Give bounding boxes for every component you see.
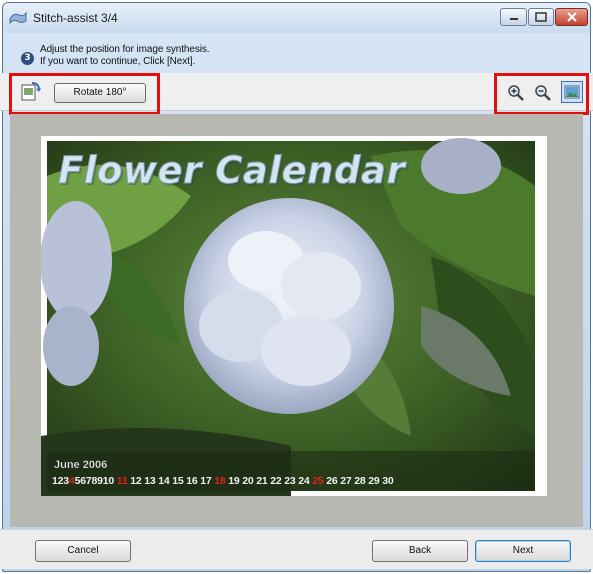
info-step-icon: 3 (21, 52, 34, 65)
calendar-day: 19 (228, 475, 240, 487)
minimize-icon (509, 18, 518, 20)
window-title: Stitch-assist 3/4 (33, 11, 118, 25)
back-button[interactable]: Back (372, 540, 468, 562)
title-bar[interactable]: Stitch-assist 3/4 (3, 3, 590, 33)
maximize-button[interactable] (528, 8, 554, 26)
instruction-text-2: If you want to continue, Click [Next]. (40, 56, 196, 67)
cancel-button[interactable]: Cancel (35, 540, 131, 562)
calendar-day: 15 (172, 475, 184, 487)
close-button[interactable] (555, 8, 588, 26)
instruction-text-1: Adjust the position for image synthesis. (40, 44, 210, 55)
minimize-button[interactable] (500, 8, 527, 26)
close-icon (566, 12, 577, 22)
calendar-day: 21 (256, 475, 268, 487)
rotate-highlight-frame (9, 73, 160, 115)
zoom-highlight-frame (494, 73, 589, 115)
calendar-day: 23 (284, 475, 296, 487)
calendar-day: 25 (312, 475, 324, 487)
calendar-day: 13 (144, 475, 156, 487)
calendar-day: 10 (102, 475, 115, 487)
calendar-day: 17 (200, 475, 212, 487)
calendar-day: 24 (298, 475, 310, 487)
calendar-day: 26 (326, 475, 338, 487)
maximize-icon (535, 12, 547, 22)
calendar-day: 27 (340, 475, 352, 487)
calendar-day: 30 (382, 475, 394, 487)
calendar-day: 12 (130, 475, 142, 487)
next-button[interactable]: Next (475, 540, 571, 562)
app-icon (9, 11, 27, 25)
calendar-day: 14 (158, 475, 170, 487)
calendar-day: 11 (116, 475, 128, 487)
calendar-day: 22 (270, 475, 282, 487)
calendar-title: Flower Calendar (57, 149, 406, 193)
calendar-month: June 2006 (54, 459, 108, 471)
calendar-day: 16 (186, 475, 198, 487)
calendar-day: 20 (242, 475, 254, 487)
calendar-day: 29 (368, 475, 380, 487)
calendar-day: 18 (214, 475, 226, 487)
calendar-day: 28 (354, 475, 366, 487)
calendar-days: 12345678910 11 12 13 14 15 16 17 18 19 2… (52, 475, 394, 487)
